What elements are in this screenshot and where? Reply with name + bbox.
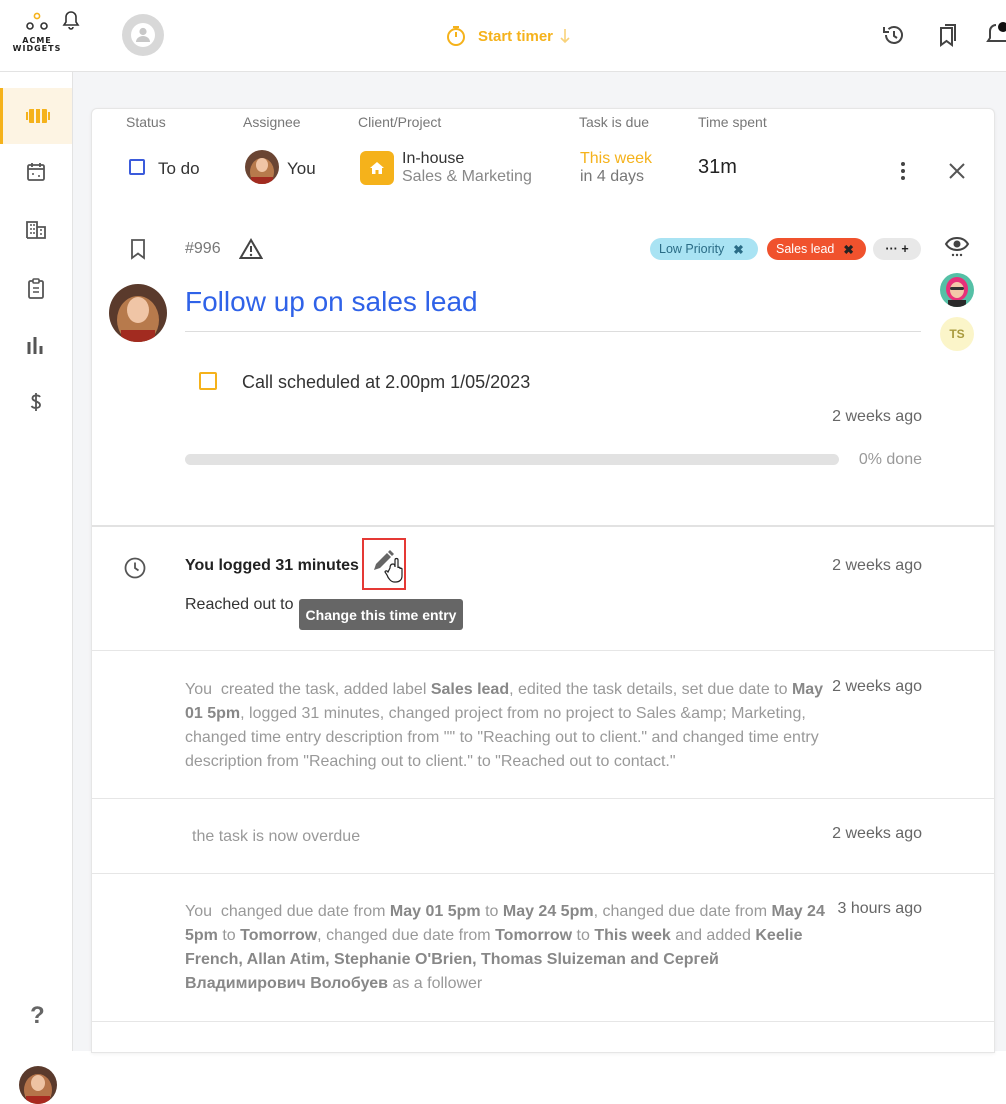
follower-initials-avatar[interactable]: TS (940, 317, 974, 351)
calendar-icon (27, 163, 45, 181)
assignee-avatar[interactable] (245, 150, 279, 184)
checklist-checkbox[interactable] (199, 372, 217, 390)
activity-divider (92, 650, 994, 651)
assignee-value[interactable]: You (287, 159, 316, 179)
tooltip-change-time-entry: Change this time entry (299, 599, 463, 630)
activity-timestamp: 2 weeks ago (832, 678, 922, 695)
logo-icon (26, 12, 48, 30)
activity-timestamp: 3 hours ago (837, 900, 922, 917)
activity-divider (92, 873, 994, 874)
follower-avatar[interactable] (940, 273, 974, 307)
activity-divider (92, 1021, 994, 1022)
user-avatar[interactable] (19, 1066, 57, 1104)
start-timer-label: Start timer (478, 27, 554, 45)
top-bar: ACME WIDGETS Start timer (0, 0, 1006, 72)
due-relative: in 4 days (580, 168, 645, 185)
task-panel: Status Assignee Client/Project Task is d… (91, 108, 995, 1053)
pencil-icon (374, 550, 403, 583)
clipboard-icon (28, 278, 44, 299)
activity-text: You changed due date from May 01 5pm to … (185, 903, 825, 992)
start-timer-button[interactable]: Start timer (445, 24, 572, 48)
due-value[interactable]: This week (580, 150, 652, 168)
due-label: Task is due (579, 114, 650, 130)
arrow-down-icon (560, 29, 570, 44)
more-options-icon[interactable] (896, 161, 910, 186)
close-icon[interactable] (947, 161, 967, 186)
status-value[interactable]: To do (158, 159, 200, 179)
activity-timestamp: 2 weeks ago (832, 825, 922, 842)
sidebar-item-analytics[interactable] (0, 317, 72, 373)
user-placeholder-icon (131, 23, 155, 47)
checklist-item-text[interactable]: Call scheduled at 2.00pm 1/05/2023 (242, 372, 530, 393)
remove-tag-icon[interactable]: ✖ (733, 242, 743, 257)
activity-text: You created the task, added label Sales … (185, 681, 824, 770)
task-title[interactable]: Follow up on sales lead (185, 286, 478, 318)
brand-line-2: WIDGETS (12, 44, 62, 53)
sidebar-item-tasks[interactable] (0, 88, 72, 144)
clock-icon (123, 556, 147, 585)
help-icon[interactable]: ? (30, 1002, 45, 1030)
progress-bar (185, 454, 839, 465)
task-owner-avatar[interactable] (109, 284, 167, 342)
time-log-description: Reached out to (185, 596, 294, 613)
stopwatch-icon (447, 26, 465, 46)
time-log-timestamp: 2 weeks ago (832, 557, 922, 574)
home-icon (360, 151, 394, 185)
sidebar-item-reports[interactable] (0, 260, 72, 316)
client-value[interactable]: In-house (402, 150, 464, 168)
title-divider (185, 331, 921, 332)
tag-low-priority[interactable]: Low Priority ✖ (650, 238, 758, 260)
account-avatar[interactable] (122, 14, 164, 56)
activity-divider (92, 798, 994, 799)
bookmarks-icon[interactable] (935, 22, 961, 53)
progress-text: 0% done (858, 451, 922, 468)
edit-time-entry-button[interactable] (362, 538, 406, 590)
remove-tag-icon[interactable]: ✖ (843, 242, 853, 257)
sidebar-item-calendar[interactable] (0, 144, 72, 200)
client-project-label: Client/Project (358, 114, 442, 130)
bookmark-icon[interactable] (128, 238, 148, 265)
add-tag-button[interactable]: ··· + (873, 238, 921, 260)
activity-entry: the task is now overdue (192, 828, 361, 845)
activity-entry: You created the task, added label Sales … (185, 678, 835, 774)
history-icon[interactable] (881, 22, 907, 53)
assignee-label: Assignee (243, 114, 301, 130)
project-value[interactable]: Sales & Marketing (402, 168, 532, 186)
sidebar-item-clients[interactable] (0, 202, 72, 258)
tag-label: Sales lead (776, 242, 835, 256)
watch-eye-icon[interactable] (943, 234, 971, 263)
notifications-small-icon[interactable] (62, 10, 80, 35)
bar-chart-icon (27, 337, 43, 354)
sidebar: ? (0, 72, 73, 1104)
time-spent-value[interactable]: 31m (698, 156, 737, 179)
notifications-icon[interactable] (986, 22, 1006, 53)
section-divider (92, 525, 994, 527)
checklist-timestamp: 2 weeks ago (832, 408, 922, 425)
status-checkbox[interactable] (129, 159, 145, 175)
app-logo[interactable]: ACME WIDGETS (12, 12, 62, 60)
status-label: Status (126, 114, 166, 130)
tag-sales-lead[interactable]: Sales lead ✖ (767, 238, 866, 260)
sidebar-item-billing[interactable] (0, 374, 72, 430)
board-icon (25, 109, 50, 123)
time-spent-label: Time spent (698, 114, 767, 130)
warning-icon[interactable] (238, 238, 264, 265)
dollar-icon (30, 393, 41, 411)
task-number: #996 (185, 240, 221, 257)
activity-entry: You changed due date from May 01 5pm to … (185, 900, 835, 996)
time-log-title: You logged 31 minutes (185, 557, 359, 574)
building-icon (26, 221, 46, 239)
tag-label: Low Priority (659, 242, 725, 256)
